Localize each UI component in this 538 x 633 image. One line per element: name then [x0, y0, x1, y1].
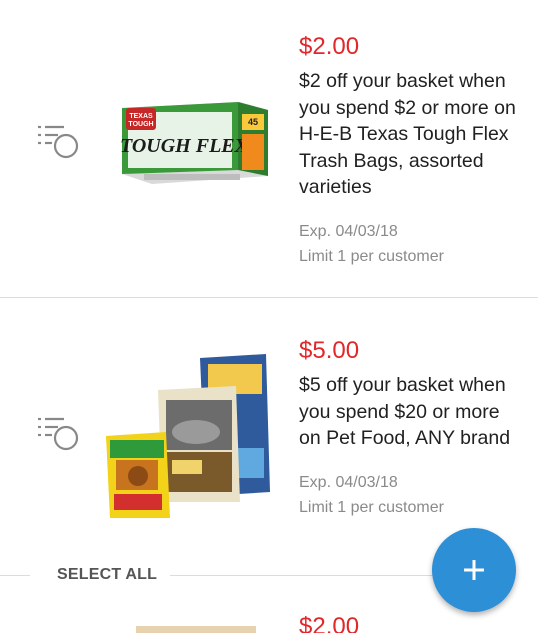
add-to-list-icon[interactable] — [36, 124, 82, 162]
coupon-price: $5.00 — [299, 337, 360, 364]
coupon-expiration: Exp. 04/03/18 — [299, 222, 398, 240]
plus-icon — [464, 560, 484, 580]
coupon-description: $2 off your basket when you spend $2 or … — [299, 70, 516, 198]
svg-text:TOUGH: TOUGH — [128, 121, 153, 128]
coupon-price: $2.00 — [299, 33, 360, 60]
product-image — [136, 626, 256, 633]
divider — [0, 575, 30, 576]
svg-text:45: 45 — [248, 117, 258, 127]
coupon-limit: Limit 1 per customer — [299, 247, 444, 265]
coupon-price: $2.00 — [299, 613, 360, 633]
coupon-item[interactable]: TEXAS TOUGH TOUGH FLEX 45 $2.00 $2 off y… — [0, 0, 538, 297]
divider — [170, 575, 450, 576]
pet-food-product-image — [106, 354, 270, 518]
add-fab-button[interactable] — [432, 528, 516, 612]
trash-bags-product-image: TEXAS TOUGH TOUGH FLEX 45 — [120, 102, 268, 184]
coupon-limit: Limit 1 per customer — [299, 498, 444, 516]
svg-text:TOUGH FLEX: TOUGH FLEX — [120, 135, 249, 157]
svg-text:TEXAS: TEXAS — [129, 113, 153, 120]
add-to-list-icon[interactable] — [36, 416, 82, 454]
coupon-description: $5 off your basket when you spend $20 or… — [299, 374, 511, 449]
coupon-item[interactable]: $5.00 $5 off your basket when you spend … — [0, 298, 538, 568]
select-all-button[interactable]: SELECT ALL — [57, 566, 157, 584]
coupon-expiration: Exp. 04/03/18 — [299, 473, 398, 491]
